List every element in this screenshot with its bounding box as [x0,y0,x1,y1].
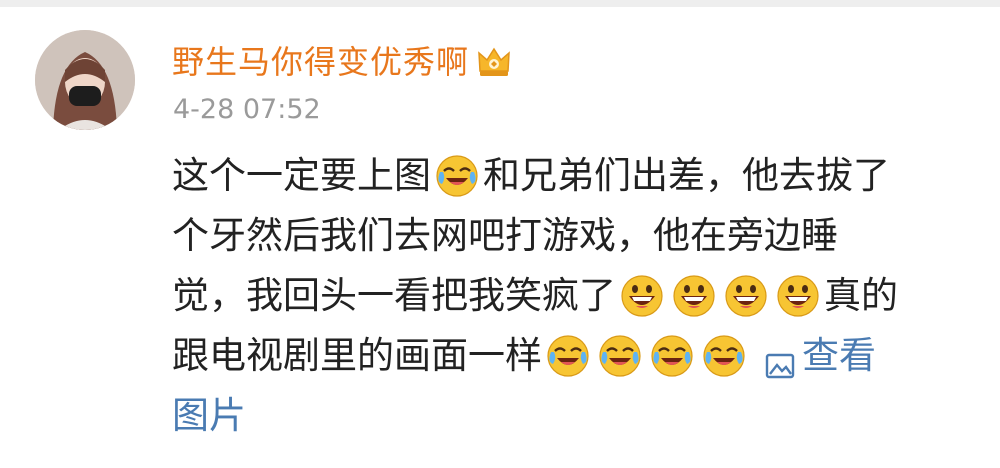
comment-text: 和兄弟们出差，他去拔了 [483,154,890,197]
comment-line-2: 个牙然后我们去网吧打游戏，他在旁边睡 [172,206,972,266]
view-image-link[interactable]: 查看 [764,326,876,386]
timestamp: 4-28 07:52 [173,94,321,125]
comment-text: 真的 [824,274,898,317]
avatar[interactable] [35,30,135,130]
comment-body: 这个一定要上图 和兄弟们出差，他去拔了 个牙然后我们去网吧打游戏，他在旁边睡 觉… [172,146,972,446]
laugh-cry-emoji-icon [598,334,642,378]
username[interactable]: 野生马你得变优秀啊 [172,42,469,82]
view-image-label[interactable]: 图片 [172,386,246,446]
comment-line-3: 觉，我回头一看把我笑疯了 真的 [172,266,972,326]
comment-line-4: 跟电视剧里的画面一样 查看 [172,326,972,386]
grinning-emoji-icon [776,274,820,318]
grinning-emoji-icon [672,274,716,318]
laugh-cry-emoji-icon [435,154,479,198]
comment-text: 跟电视剧里的画面一样 [172,334,542,377]
comment-line-1: 这个一定要上图 和兄弟们出差，他去拔了 [172,146,972,206]
image-icon [764,340,796,379]
laugh-cry-emoji-icon [650,334,694,378]
grinning-emoji-icon [724,274,768,318]
top-divider [0,0,1000,7]
view-image-label[interactable]: 查看 [802,326,876,386]
comment-text: 觉，我回头一看把我笑疯了 [172,274,616,317]
grinning-emoji-icon [620,274,664,318]
laugh-cry-emoji-icon [546,334,590,378]
laugh-cry-emoji-icon [702,334,746,378]
view-image-link-continued[interactable]: 图片 [172,386,246,446]
comment-text: 这个一定要上图 [172,154,431,197]
comment-text: 个牙然后我们去网吧打游戏，他在旁边睡 [172,214,838,257]
username-row: 野生马你得变优秀啊 [172,42,513,82]
comment-line-5: 图片 [172,386,972,446]
crown-vip-icon [475,43,513,81]
